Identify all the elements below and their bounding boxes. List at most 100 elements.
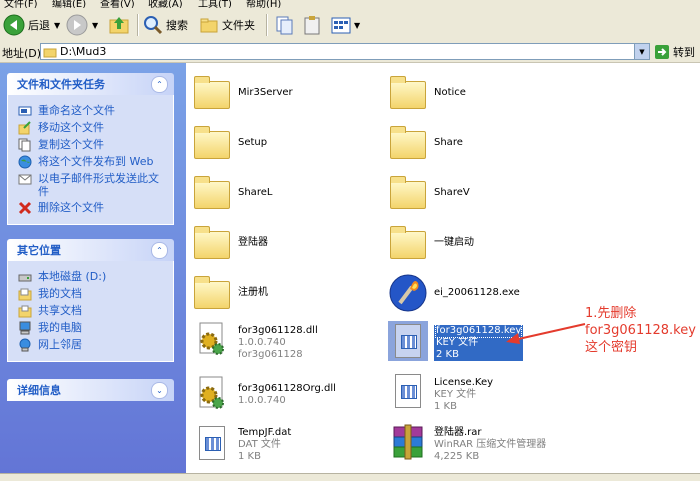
annotation-arrow-icon [506,323,586,344]
back-dropdown-icon[interactable]: ▼ [54,21,60,30]
folder-icon [192,273,232,313]
network-icon [18,338,32,352]
file-item-launcher-folder[interactable]: 登陆器 [192,223,268,263]
search-button[interactable]: 搜索 [143,13,188,37]
move-to-button[interactable] [274,13,294,37]
file-item-for3g-dll[interactable]: for3g061128.dll 1.0.0.740 for3g061128 [192,321,318,361]
views-dropdown-icon[interactable]: ▼ [354,21,360,30]
file-item-for3g-org-dll[interactable]: for3g061128Org.dll 1.0.0.740 [192,375,336,415]
file-tasks-panel: 文件和文件夹任务 ⌃ 重命名这个文件 移动这个文件 复制这个文件 将这个文件发布… [7,73,174,225]
file-tasks-header[interactable]: 文件和文件夹任务 ⌃ [7,73,174,95]
task-publish-web[interactable]: 将这个文件发布到 Web [18,155,167,169]
folder-up-icon [109,17,129,34]
toolbar-separator [137,14,139,36]
back-arrow-icon [3,14,25,36]
file-list: Mir3Server Notice Setup Share ShareL Sha… [186,63,700,473]
file-item-one-click-start[interactable]: 一键启动 [388,223,474,263]
file-size: 4,225 KB [434,451,480,462]
computer-icon [18,321,32,335]
file-type: KEY 文件 [434,389,477,400]
other-places-header[interactable]: 其它位置 ⌃ [7,239,174,261]
folder-icon [192,173,232,213]
forward-dropdown-icon[interactable]: ▼ [92,21,98,30]
file-item-sharel[interactable]: ShareL [192,173,272,213]
forward-button[interactable]: ▼ [66,13,98,37]
file-name: TempJF.dat [238,427,292,438]
go-button[interactable]: 转到 [654,44,695,60]
file-item-sharev[interactable]: ShareV [388,173,470,213]
menu-edit[interactable]: 编辑(E) [52,0,86,8]
file-item-license-key[interactable]: License.Key KEY 文件 1 KB [388,371,493,413]
menu-tools[interactable]: 工具(T) [198,0,232,8]
views-button[interactable]: ▼ [330,13,360,37]
menu-favorites[interactable]: 收藏(A) [148,0,183,8]
collapse-icon[interactable]: ⌃ [151,75,168,93]
file-name: 登陆器 [238,237,268,248]
details-header[interactable]: 详细信息 ⌄ [7,379,174,401]
task-email[interactable]: 以电子邮件形式发送此文件 [18,172,167,198]
move-icon [18,121,32,135]
place-shared-documents-label: 共享文档 [38,304,82,317]
collapse-icon[interactable]: ⌃ [151,241,168,259]
task-copy-label: 复制这个文件 [38,138,104,151]
file-item-notice[interactable]: Notice [388,73,466,113]
file-name: Mir3Server [238,87,293,98]
file-item-keygen[interactable]: 注册机 [192,273,268,313]
place-local-disk-label: 本地磁盘 (D:) [38,270,107,283]
task-rename-label: 重命名这个文件 [38,104,115,117]
file-item-launcher-rar[interactable]: 登陆器.rar WinRAR 压缩文件管理器 4,225 KB [388,423,546,463]
address-value: D:\Mud3 [60,45,107,58]
file-item-tempjf-dat[interactable]: TempJF.dat DAT 文件 1 KB [192,423,291,463]
place-my-computer[interactable]: 我的电脑 [18,321,167,335]
task-delete[interactable]: 删除这个文件 [18,201,167,215]
file-name: License.Key [434,377,494,388]
address-dropdown-icon[interactable]: ▼ [634,44,649,59]
expand-icon[interactable]: ⌄ [151,381,168,399]
dll-gear-icon [192,375,232,415]
file-item-setup[interactable]: Setup [192,123,267,163]
other-places-panel: 其它位置 ⌃ 本地磁盘 (D:) 我的文档 共享文档 我的电脑 网上邻居 [7,239,174,362]
file-version: 1.0.0.740 [238,395,286,406]
up-button[interactable] [108,13,130,37]
task-pane: 文件和文件夹任务 ⌃ 重命名这个文件 移动这个文件 复制这个文件 将这个文件发布… [0,63,186,473]
annotation-line: for3g061128.key [585,323,696,338]
place-my-documents[interactable]: 我的文档 [18,287,167,301]
menu-bar: 文件(F) 编辑(E) 查看(V) 收藏(A) 工具(T) 帮助(H) [0,0,700,8]
task-publish-web-label: 将这个文件发布到 Web [38,155,154,168]
menu-help[interactable]: 帮助(H) [246,0,281,8]
file-name: ShareL [238,187,273,198]
file-description: for3g061128 [238,349,303,360]
task-copy[interactable]: 复制这个文件 [18,138,167,152]
copy-to-button[interactable] [302,13,322,37]
task-move[interactable]: 移动这个文件 [18,121,167,135]
file-item-ei-exe[interactable]: ei_20061128.exe [388,273,520,313]
move-to-icon [276,16,293,35]
menu-view[interactable]: 查看(V) [100,0,135,8]
folders-button[interactable]: 文件夹 [199,13,255,37]
file-type: DAT 文件 [238,439,281,450]
drive-icon [18,270,32,284]
folder-icon [388,73,428,113]
file-name: for3g061128.dll [238,325,318,336]
file-tasks-body: 重命名这个文件 移动这个文件 复制这个文件 将这个文件发布到 Web 以电子邮件… [7,95,174,225]
task-rename[interactable]: 重命名这个文件 [18,104,167,118]
annotation-line: 1.先删除 [585,306,637,321]
address-input[interactable]: D:\Mud3 ▼ [40,43,650,60]
file-name: 注册机 [238,287,268,298]
globe-icon [18,155,32,169]
file-item-mir3server[interactable]: Mir3Server [192,73,293,113]
file-name: ShareV [434,187,470,198]
winrar-archive-icon [388,423,428,463]
folders-label: 文件夹 [222,19,255,32]
back-label: 后退 [28,19,50,32]
file-size: 1 KB [238,451,261,462]
place-shared-documents[interactable]: 共享文档 [18,304,167,318]
back-button[interactable]: 后退 ▼ [3,13,60,37]
go-label: 转到 [673,46,695,59]
menu-file[interactable]: 文件(F) [4,0,38,8]
file-item-share[interactable]: Share [388,123,463,163]
place-local-disk[interactable]: 本地磁盘 (D:) [18,270,167,284]
place-network[interactable]: 网上邻居 [18,338,167,352]
task-delete-label: 删除这个文件 [38,201,104,214]
shared-documents-icon [18,304,32,318]
